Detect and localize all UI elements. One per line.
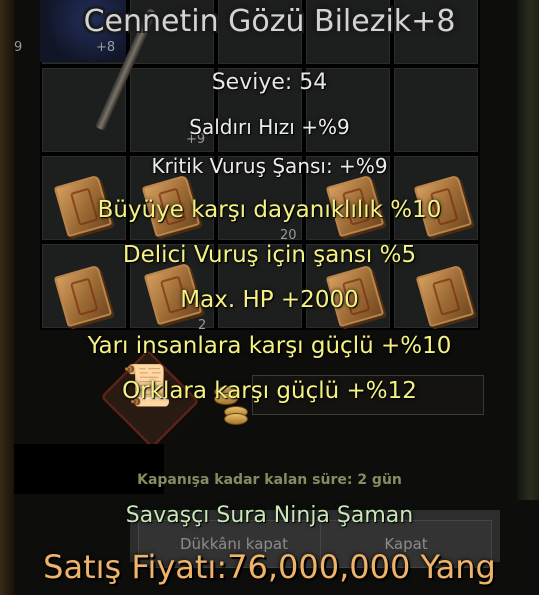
- slot-count-label: +8: [96, 40, 116, 55]
- item-bonus: Max. HP +2000: [180, 287, 359, 313]
- slot-count-label: 9: [14, 40, 23, 55]
- item-bonus: Orklara karşı güçlü +%12: [122, 378, 417, 404]
- slot-count-label: 2: [198, 318, 207, 333]
- item-stat: Kritik Vuruş Şansı: +%9: [151, 154, 388, 178]
- item-level: Seviye: 54: [211, 70, 328, 95]
- item-bonus: Yarı insanlara karşı güçlü +%10: [87, 333, 452, 359]
- sale-price: Satış Fiyatı:76,000,000 Yang: [43, 548, 496, 586]
- item-bonus: Delici Vuruş için şansı %5: [122, 242, 417, 268]
- item-name: Cennetin Gözü Bilezik+8: [83, 4, 456, 39]
- remaining-time: Kapanışa kadar kalan süre: 2 gün: [137, 472, 402, 488]
- item-stat: Saldırı Hızı +%9: [189, 115, 350, 139]
- slot-count-label: 20: [280, 228, 297, 243]
- wearable-classes: Savaşçı Sura Ninja Şaman: [125, 503, 414, 528]
- item-bonus: Büyüye karşı dayanıklılık %10: [97, 197, 442, 223]
